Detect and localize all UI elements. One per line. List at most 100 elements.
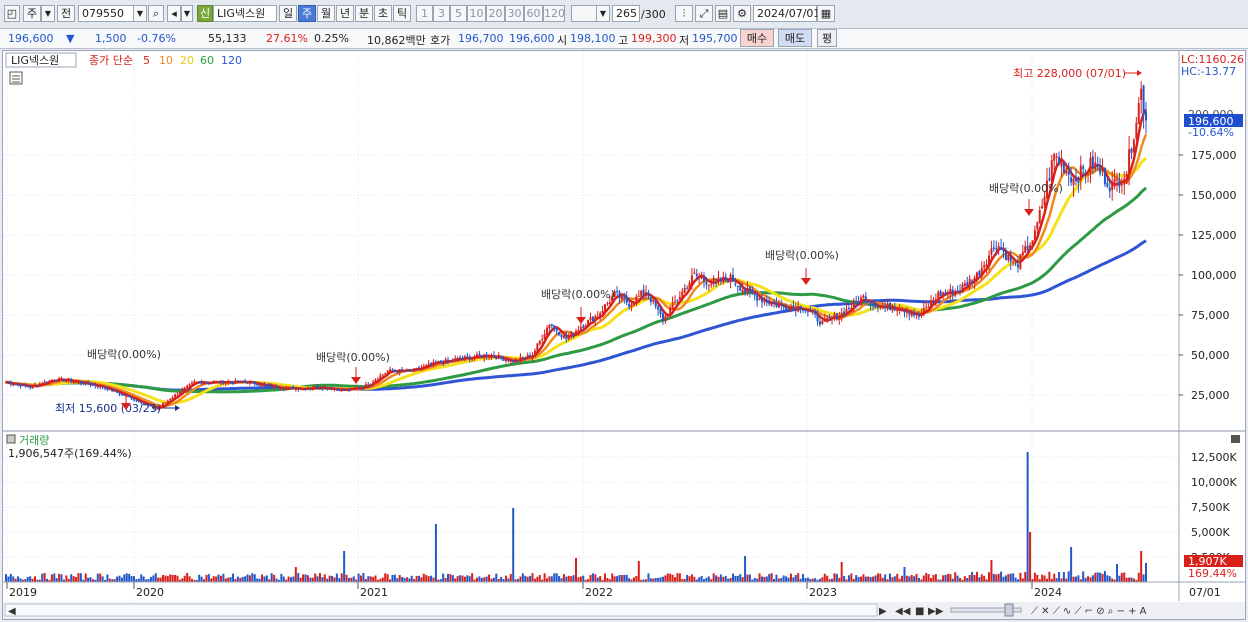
market-selector[interactable]: 주 xyxy=(23,5,41,22)
volume-bar xyxy=(229,577,232,582)
period-tab[interactable]: 년 xyxy=(336,5,354,22)
interval-button[interactable]: 5 xyxy=(450,5,467,22)
candle-body xyxy=(77,381,80,383)
candle-body xyxy=(1113,178,1116,183)
volume-bar xyxy=(546,578,549,582)
search-icon[interactable]: ⌕ xyxy=(148,5,164,22)
volume-bar xyxy=(908,576,911,582)
volume-bar xyxy=(635,575,638,582)
interval-select[interactable] xyxy=(571,5,597,22)
window-menu-icon[interactable]: ◰ xyxy=(4,5,20,22)
candle-body xyxy=(688,282,691,290)
candle-body xyxy=(270,385,273,388)
interval-button[interactable]: 10 xyxy=(467,5,486,22)
zoom-slider-thumb[interactable] xyxy=(1004,603,1014,617)
volume-bar xyxy=(1120,572,1123,582)
candle-body xyxy=(666,315,669,317)
period-tab[interactable]: 틱 xyxy=(393,5,411,22)
volume-bar xyxy=(210,578,213,582)
candle-body xyxy=(62,378,65,382)
candle-body xyxy=(449,359,452,361)
candle-body xyxy=(1033,230,1036,241)
period-tab[interactable]: 주 xyxy=(298,5,316,22)
stock-code-input[interactable]: 079550 xyxy=(78,5,134,22)
change-value: 1,500 xyxy=(95,32,127,45)
period-tab[interactable]: 분 xyxy=(355,5,373,22)
market-dropdown-icon[interactable]: ▼ xyxy=(41,5,55,22)
interval-button[interactable]: 60 xyxy=(524,5,543,22)
scroll-right-icon[interactable]: ▶ xyxy=(879,606,887,617)
candle-body xyxy=(1130,148,1133,153)
volume-bar xyxy=(995,574,998,582)
volume-bar xyxy=(200,576,203,582)
candle-body xyxy=(229,382,232,384)
period-tab[interactable]: 월 xyxy=(317,5,335,22)
candle-body xyxy=(637,295,640,297)
volume-bar xyxy=(840,562,843,582)
candle-body xyxy=(678,296,681,300)
volume-bar xyxy=(637,561,640,582)
volume-bar xyxy=(949,574,952,582)
volume-bar xyxy=(418,575,421,582)
stop-icon[interactable]: ■ xyxy=(915,606,924,617)
volume-close-icon[interactable] xyxy=(1231,435,1240,443)
volume-bar xyxy=(577,577,580,582)
draw-tools-icon[interactable]: ⟋ ✕ ⟋ ∿ ⟋ ⌐ ⊘ ⌕ − + A xyxy=(1031,606,1147,617)
legend-ma5: 5 xyxy=(143,54,150,67)
rewind-icon[interactable]: ◀◀ xyxy=(895,606,911,617)
candle-body xyxy=(988,255,991,265)
interval-button[interactable]: 120 xyxy=(543,5,565,22)
interval-button[interactable]: 20 xyxy=(486,5,505,22)
stock-chart[interactable]: LIG넥스원 종가 단순 5 10 20 60 120 LC:1160.26 H… xyxy=(3,51,1245,619)
count-input[interactable]: 265 xyxy=(612,5,640,22)
candle-body xyxy=(538,340,541,345)
volume-bar xyxy=(606,578,609,582)
candle-body xyxy=(1120,183,1123,186)
candle-body xyxy=(372,381,375,384)
candle-body xyxy=(1043,196,1046,206)
volume-bar xyxy=(444,577,447,582)
candle-body xyxy=(719,278,722,282)
period-tab[interactable]: 초 xyxy=(374,5,392,22)
candle-body xyxy=(603,304,606,313)
volume-bar xyxy=(357,573,360,582)
candle-body xyxy=(852,300,855,308)
candle-body xyxy=(927,306,930,308)
volume-axis-ticks: 12,500K10,000K7,500K5,000K2,500K xyxy=(1191,451,1237,564)
legend-ma60: 60 xyxy=(200,54,214,67)
candle-body xyxy=(442,362,445,364)
gear-icon[interactable]: ⚙ xyxy=(733,5,751,22)
horizontal-scrollbar[interactable] xyxy=(4,603,878,617)
volume-bar xyxy=(171,574,174,582)
dividend-label: 배당락(0.00%) xyxy=(765,249,839,262)
calendar-icon[interactable]: ▦ xyxy=(817,5,835,22)
candle-body xyxy=(454,358,457,361)
volume-bar xyxy=(543,573,546,582)
interval-button[interactable]: 30 xyxy=(505,5,524,22)
candle-type-icon[interactable]: ⫶ xyxy=(675,5,693,22)
candle-body xyxy=(884,306,887,308)
speaker-dropdown-icon[interactable]: ▼ xyxy=(181,5,193,22)
fast-forward-icon[interactable]: ▶▶ xyxy=(928,606,944,617)
buy-button[interactable]: 매수 xyxy=(740,29,774,47)
candle-body xyxy=(860,297,862,305)
interval-dropdown-icon[interactable]: ▼ xyxy=(596,5,610,22)
speaker-icon[interactable]: ◂ xyxy=(167,5,181,22)
prev-stock-button[interactable]: 전 xyxy=(57,5,75,22)
scroll-left-icon[interactable]: ◀ xyxy=(8,606,16,617)
avg-button[interactable]: 평 xyxy=(817,29,837,47)
volume-bar xyxy=(396,578,399,582)
interval-button[interactable]: 3 xyxy=(433,5,450,22)
candle-body xyxy=(741,290,744,292)
date-input[interactable]: 2024/07/01 xyxy=(753,5,820,22)
period-tab[interactable]: 일 xyxy=(279,5,297,22)
volume-bar xyxy=(408,578,411,582)
sell-button[interactable]: 매도 xyxy=(778,29,812,47)
save-icon[interactable]: ▤ xyxy=(715,5,731,22)
interval-button[interactable]: 1 xyxy=(416,5,433,22)
chart-style-icon[interactable]: ⤢ xyxy=(695,5,713,22)
volume-panel-toggle[interactable] xyxy=(6,434,16,444)
code-dropdown-icon[interactable]: ▼ xyxy=(133,5,147,22)
volume-bar xyxy=(188,576,191,582)
volume-bar xyxy=(857,576,860,582)
